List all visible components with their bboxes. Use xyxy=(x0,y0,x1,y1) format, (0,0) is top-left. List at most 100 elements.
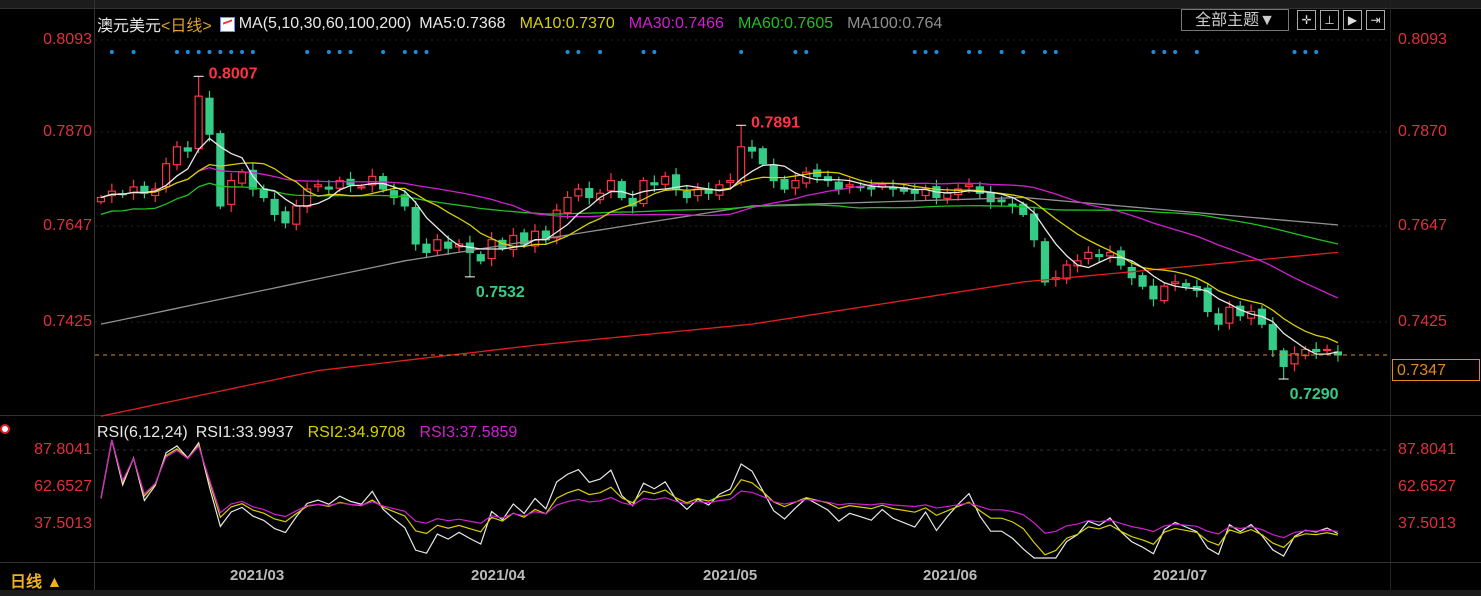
candle-up xyxy=(726,179,735,183)
candle-down xyxy=(1214,313,1223,325)
extreme-price-label: 0.7532 xyxy=(476,284,525,301)
signal-dot xyxy=(424,50,429,54)
signal-dot xyxy=(652,50,657,54)
signal-dot xyxy=(207,50,212,54)
rsi1-line xyxy=(100,439,1339,559)
signal-dot xyxy=(413,50,418,54)
candle-up xyxy=(1160,285,1169,302)
candle-down xyxy=(270,198,279,215)
candle-up xyxy=(964,184,974,188)
signal-dot xyxy=(196,50,201,54)
signal-dot xyxy=(739,50,744,54)
signal-dot xyxy=(1042,50,1047,54)
candle-down xyxy=(1095,254,1104,258)
extreme-price-label: 0.8007 xyxy=(209,65,258,82)
candle-down xyxy=(650,182,659,186)
signal-dot xyxy=(1314,50,1319,54)
candle-down xyxy=(769,165,778,182)
candle-up xyxy=(574,188,583,197)
signal-dot xyxy=(326,50,331,54)
rsi3-line xyxy=(100,439,1338,539)
signal-dot xyxy=(174,50,179,54)
candle-up xyxy=(791,179,800,189)
candle-up xyxy=(1171,281,1180,285)
signal-dot xyxy=(1021,50,1026,54)
signal-dot xyxy=(337,50,342,54)
candle-up xyxy=(172,146,182,166)
candle-down xyxy=(1279,350,1288,367)
signal-dot xyxy=(598,50,603,54)
candle-up xyxy=(357,186,366,189)
signal-dot xyxy=(1162,50,1167,54)
candle-up xyxy=(845,184,854,188)
signal-dot xyxy=(934,50,939,54)
ma10-line xyxy=(100,162,1339,344)
candle-down xyxy=(1181,282,1191,287)
candle-up xyxy=(1084,251,1093,260)
candle-down xyxy=(1149,285,1158,300)
signal-dot xyxy=(565,50,570,54)
signal-dot xyxy=(912,50,917,54)
candle-down xyxy=(1040,241,1050,283)
candle-down xyxy=(411,207,420,245)
candle-down xyxy=(281,211,290,224)
candle-down xyxy=(1312,348,1321,353)
candle-down xyxy=(1029,213,1039,241)
signal-dot xyxy=(793,50,798,54)
signal-dot xyxy=(967,50,971,54)
candle-down xyxy=(986,192,995,203)
candle-down xyxy=(444,241,453,249)
candle-down xyxy=(1268,324,1277,351)
candle-down xyxy=(324,186,333,190)
signal-dot xyxy=(348,50,353,54)
signal-dot xyxy=(185,50,190,54)
signal-dot xyxy=(229,50,234,54)
signal-dot xyxy=(250,50,255,54)
signal-dot xyxy=(923,50,928,54)
candle-up xyxy=(237,171,247,184)
candle-down xyxy=(682,190,692,199)
candle-up xyxy=(194,95,203,150)
candle-up xyxy=(96,196,106,203)
extreme-price-label: 0.7891 xyxy=(751,114,800,131)
candle-down xyxy=(780,179,789,190)
candle-down xyxy=(997,199,1006,203)
signal-dot xyxy=(381,50,386,54)
candle-down xyxy=(476,254,485,262)
candle-up xyxy=(1062,264,1071,280)
candle-up xyxy=(433,239,442,251)
signal-dot xyxy=(977,50,982,54)
candle-down xyxy=(758,148,767,165)
signal-dot xyxy=(131,50,136,54)
candle-down xyxy=(867,186,876,190)
signal-dot xyxy=(305,50,310,54)
candle-up xyxy=(943,192,952,199)
candle-up xyxy=(1225,306,1234,324)
candle-down xyxy=(910,189,919,194)
candlestick-chart[interactable]: 0.8007 0.7891 0.7532 0.7290 xyxy=(0,0,1481,596)
candle-up xyxy=(313,184,323,188)
candle-down xyxy=(747,146,757,152)
signal-dot xyxy=(1053,50,1058,54)
signal-dot xyxy=(1292,50,1297,54)
candle-up xyxy=(1105,251,1115,257)
candle-up xyxy=(227,179,236,205)
candle-up xyxy=(606,179,616,192)
candle-down xyxy=(585,188,594,199)
signal-dot xyxy=(999,50,1004,54)
ma200-line xyxy=(100,251,1338,417)
signal-dot xyxy=(576,50,581,54)
signal-dot xyxy=(1151,50,1156,54)
extreme-price-label: 0.7290 xyxy=(1290,386,1339,403)
candle-down xyxy=(834,181,843,190)
candle-down xyxy=(422,243,431,253)
signal-dot xyxy=(1194,50,1199,54)
signal-dot xyxy=(1173,50,1178,54)
candle-down xyxy=(1127,266,1136,279)
candle-up xyxy=(661,175,670,185)
candle-up xyxy=(1322,348,1332,352)
candle-down xyxy=(617,181,626,199)
signal-dot xyxy=(240,50,245,54)
candle-down xyxy=(379,176,388,190)
signal-dot xyxy=(218,50,223,54)
